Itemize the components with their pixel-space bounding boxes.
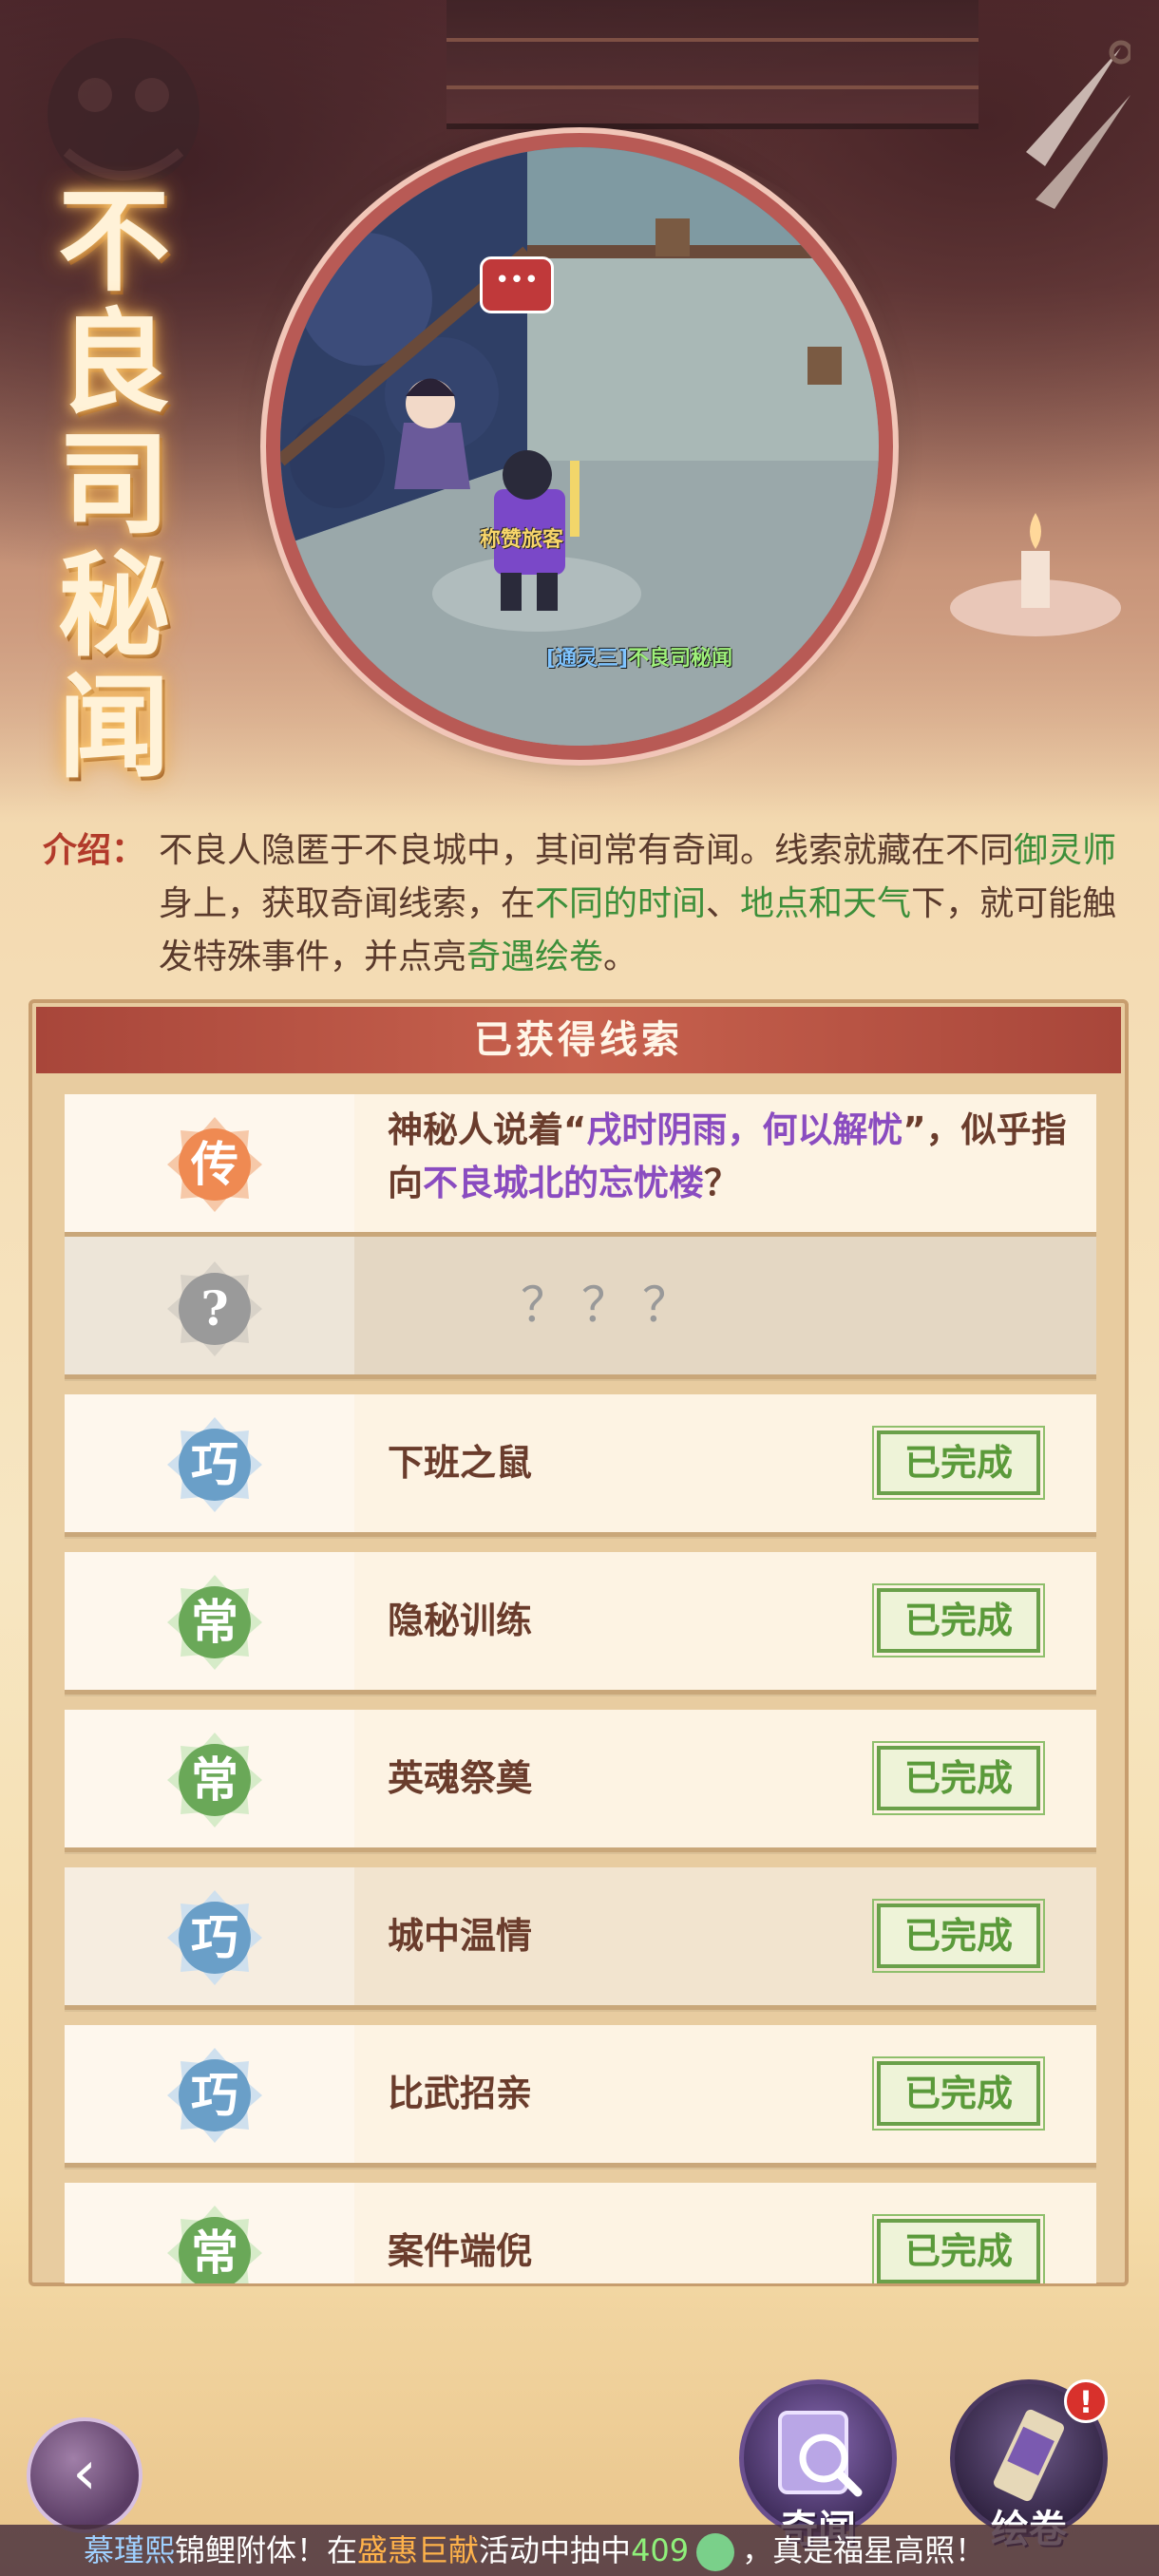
player-tag: [通灵三]: [546, 647, 629, 671]
back-button[interactable]: ‹: [27, 2417, 142, 2533]
completed-stamp: 已完成: [872, 2056, 1045, 2131]
event-title: 隐秘训练: [388, 1600, 533, 1641]
qiao-badge-icon: 巧: [165, 1415, 264, 1514]
panel-title: 已获得线索: [36, 1007, 1121, 1073]
header-banner: 不 良 司 秘 闻 ••• 称赞旅客 [通灵三]不良司秘闻: [0, 0, 1159, 817]
clue-list[interactable]: 传 神秘人说着“戌时阴雨，何以解忧”，似乎指向不良城北的忘忧楼？ ? ？？？ 巧…: [65, 1094, 1096, 2283]
chang-badge-icon: 常: [165, 1573, 264, 1672]
player-name: 不良司秘闻: [628, 647, 733, 671]
clue-row-hint[interactable]: 传 神秘人说着“戌时阴雨，何以解忧”，似乎指向不良城北的忘忧楼？: [65, 1094, 1096, 1237]
event-title: 下班之鼠: [388, 1442, 533, 1484]
qiao-badge-icon: 巧: [165, 1888, 264, 1987]
intro-label: 介绍：: [43, 831, 146, 870]
scene-preview: ••• 称赞旅客 [通灵三]不良司秘闻: [280, 147, 879, 746]
completed-stamp: 已完成: [872, 1899, 1045, 1973]
legend-badge-icon: 传: [165, 1115, 264, 1214]
chang-badge-icon: 常: [165, 1731, 264, 1829]
event-title: 英魂祭奠: [388, 1757, 533, 1799]
event-row[interactable]: 巧 比武招亲 已完成: [65, 2025, 1096, 2168]
unknown-clue-text: ？？？: [521, 1278, 703, 1333]
event-row[interactable]: 巧 下班之鼠 已完成: [65, 1394, 1096, 1537]
npc-name-label: 称赞旅客: [480, 528, 564, 552]
chang-badge-icon: 常: [165, 2204, 264, 2283]
qiao-badge-icon: 巧: [165, 2046, 264, 2145]
clue-panel: 已获得线索 传 神秘人说着“戌时阴雨，何以解忧”，似乎指向不良城北的忘忧楼？ ?…: [28, 999, 1129, 2286]
completed-stamp: 已完成: [872, 1583, 1045, 1657]
player-name-label: [通灵三]不良司秘闻: [546, 641, 732, 672]
event-title: 比武招亲: [388, 2073, 533, 2114]
event-title: 城中温情: [388, 1915, 533, 1957]
completed-stamp: 已完成: [872, 1741, 1045, 1815]
coin-icon: [696, 2533, 735, 2571]
bookshelf-decoration: [446, 0, 978, 129]
qiwen-button[interactable]: 奇闻: [739, 2379, 897, 2551]
completed-stamp: 已完成: [872, 2214, 1045, 2283]
event-row[interactable]: 常 案件端倪 已完成: [65, 2183, 1096, 2283]
kunai-decoration: [1026, 40, 1130, 209]
candle-decoration: [950, 513, 1121, 636]
notification-badge: !: [1064, 2379, 1108, 2423]
event-title: 不 良 司 秘 闻: [57, 175, 170, 793]
ticker-amount: 409: [631, 2532, 690, 2568]
ticker-event: 盛惠巨献: [357, 2532, 480, 2568]
event-row[interactable]: 巧 城中温情 已完成: [65, 1867, 1096, 2010]
event-title: 案件端倪: [388, 2230, 533, 2272]
completed-stamp: 已完成: [872, 1426, 1045, 1500]
event-row[interactable]: 常 隐秘训练 已完成: [65, 1552, 1096, 1695]
intro-section: 介绍： 不良人隐匿于不良城中，其间常有奇闻。线索就藏在不同御灵师身上，获取奇闻线…: [43, 824, 1126, 984]
clue-description: 神秘人说着“戌时阴雨，何以解忧”，似乎指向不良城北的忘忧楼？: [388, 1109, 1067, 1203]
intro-text: 不良人隐匿于不良城中，其间常有奇闻。线索就藏在不同御灵师身上，获取奇闻线索，在不…: [159, 831, 1117, 976]
back-arrow-icon: ‹: [72, 2438, 97, 2509]
event-row[interactable]: 常 英魂祭奠 已完成: [65, 1710, 1096, 1852]
broadcast-ticker: 慕瑾熙锦鲤附体！在盛惠巨献活动中抽中409 ，真是福星高照！: [0, 2525, 1159, 2576]
npc-chat-bubble: •••: [480, 256, 554, 313]
clue-row-unknown[interactable]: ? ？？？: [65, 1237, 1096, 1379]
question-badge-icon: ?: [165, 1260, 264, 1358]
ticker-name: 慕瑾熙: [84, 2532, 176, 2568]
